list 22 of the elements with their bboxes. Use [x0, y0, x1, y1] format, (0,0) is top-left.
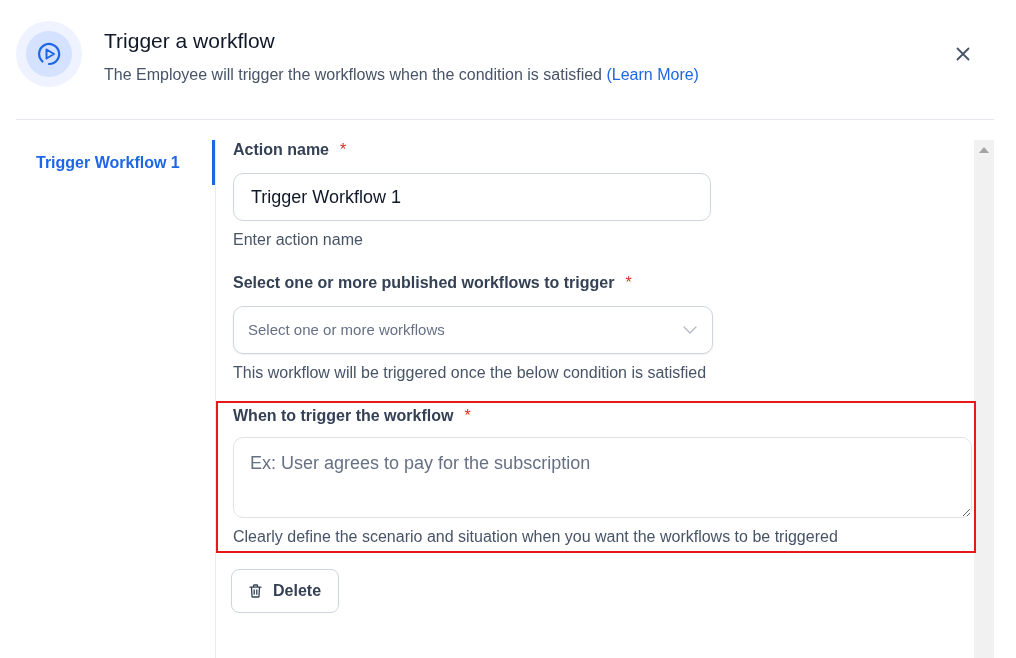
- dialog-description: The Employee will trigger the workflows when the condition is satisfied (Learn More): [104, 65, 700, 85]
- required-asterisk: *: [340, 140, 347, 160]
- scrollbar[interactable]: [974, 140, 994, 658]
- learn-more-link[interactable]: (Learn More): [606, 66, 699, 83]
- required-asterisk: *: [464, 406, 471, 426]
- help-text: This workflow will be triggered once the below condition is satisfied: [233, 363, 708, 383]
- field-label: Action name: [233, 140, 329, 160]
- dialog-title: Trigger a workflow: [104, 28, 276, 54]
- sidebar-item[interactable]: Trigger Workflow 1: [16, 140, 215, 185]
- close-button[interactable]: [956, 47, 970, 61]
- play-circle-icon: [16, 21, 82, 87]
- help-text: Clearly define the scenario and situation when you want the workflows to be triggered: [233, 527, 839, 547]
- action-name-input[interactable]: Trigger Workflow 1: [233, 173, 711, 221]
- field-label: Select one or more published workflows to trigger: [233, 273, 615, 293]
- delete-button[interactable]: Delete: [231, 569, 340, 613]
- workflow-select[interactable]: Select one or more workflows: [233, 306, 713, 354]
- trash-icon[interactable]: [249, 584, 262, 598]
- field-label: When to trigger the workflow: [233, 406, 454, 426]
- condition-textarea[interactable]: Ex: User agrees to pay for the subscription: [233, 437, 972, 518]
- help-text: Enter action name: [233, 230, 364, 250]
- up-arrow-icon[interactable]: [979, 147, 989, 153]
- required-asterisk: *: [625, 273, 632, 293]
